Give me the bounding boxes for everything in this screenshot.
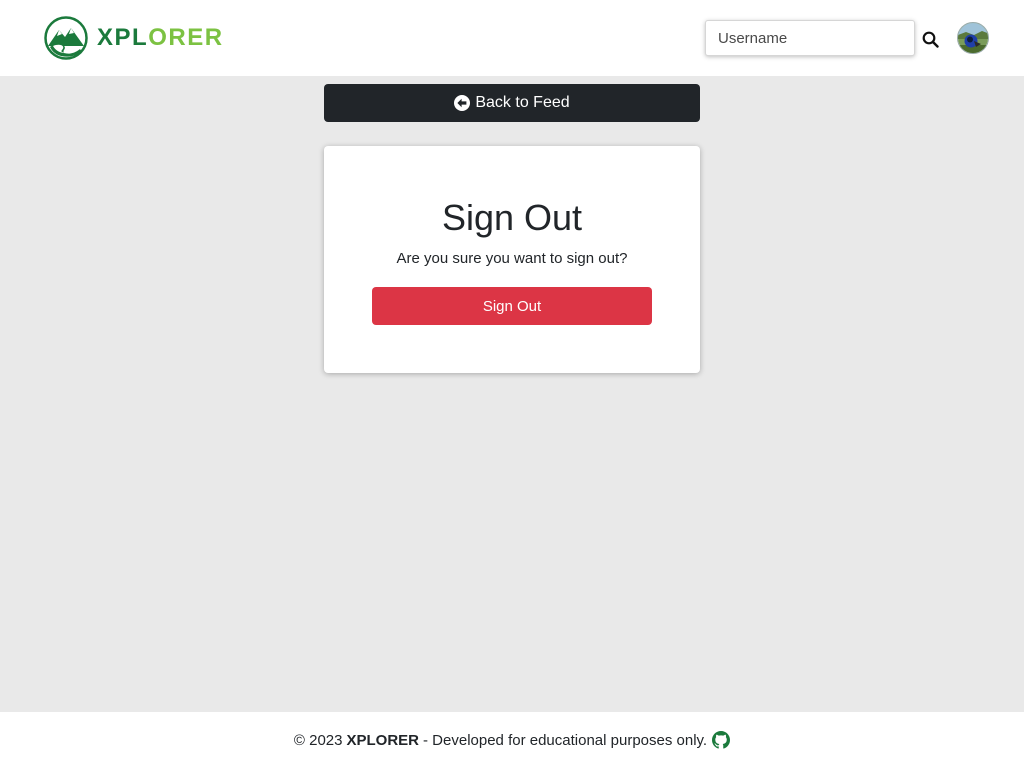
footer: © 2023 XPLORER - Developed for education… (0, 712, 1024, 768)
brand-logo-link[interactable]: XPLORER (44, 16, 224, 60)
avatar[interactable] (957, 22, 989, 54)
page-title: Sign Out (441, 197, 583, 238)
avatar-image (958, 23, 988, 53)
footer-copyright: © 2023 (293, 731, 343, 749)
back-to-feed-button[interactable]: Back to Feed (324, 84, 700, 122)
search-input[interactable] (705, 20, 915, 56)
brand-name: XPLORER (97, 24, 224, 52)
search-button[interactable] (918, 27, 942, 51)
sign-out-button[interactable]: Sign Out (372, 287, 652, 325)
brand-name-part2: ORER (148, 24, 224, 51)
github-icon (712, 731, 731, 749)
navbar: XPLORER (0, 0, 1024, 76)
back-to-feed-label: Back to Feed (475, 94, 570, 111)
mountain-logo-icon (44, 16, 88, 60)
footer-tagline: - Developed for educational purposes onl… (423, 731, 708, 749)
footer-brand: XPLORER (346, 731, 420, 749)
brand-name-part1: XPL (97, 24, 149, 51)
github-link[interactable] (712, 731, 731, 749)
search-icon (922, 31, 939, 48)
arrow-circle-left-icon (454, 95, 471, 111)
sign-out-prompt: Are you sure you want to sign out? (396, 250, 628, 267)
